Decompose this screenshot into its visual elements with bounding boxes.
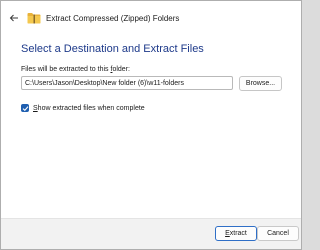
destination-path-input[interactable]: C:\Users\Jason\Desktop\New folder (6)\w1… [21,76,233,90]
back-button[interactable] [5,9,23,27]
extract-button[interactable]: Extract [215,226,257,241]
browse-button[interactable]: Browse... [239,76,282,91]
extract-dialog: Extract Compressed (Zipped) Folders Sele… [0,0,302,250]
input-underline [22,89,232,90]
zip-folder-icon [27,12,41,24]
show-files-checkbox-row[interactable]: Show extracted files when complete [21,102,145,114]
back-arrow-icon [9,14,18,22]
dialog-footer: Extract Cancel [1,218,301,249]
checkmark-icon [22,105,28,111]
destination-label: Files will be extracted to this folder: [21,66,130,73]
page-heading: Select a Destination and Extract Files [21,43,204,55]
show-files-label: Show extracted files when complete [33,104,145,112]
show-files-checkbox[interactable] [21,104,29,112]
window-title: Extract Compressed (Zipped) Folders [46,13,180,23]
cancel-button[interactable]: Cancel [257,226,299,241]
title-bar: Extract Compressed (Zipped) Folders [1,1,301,35]
destination-path-value: C:\Users\Jason\Desktop\New folder (6)\w1… [25,79,184,87]
